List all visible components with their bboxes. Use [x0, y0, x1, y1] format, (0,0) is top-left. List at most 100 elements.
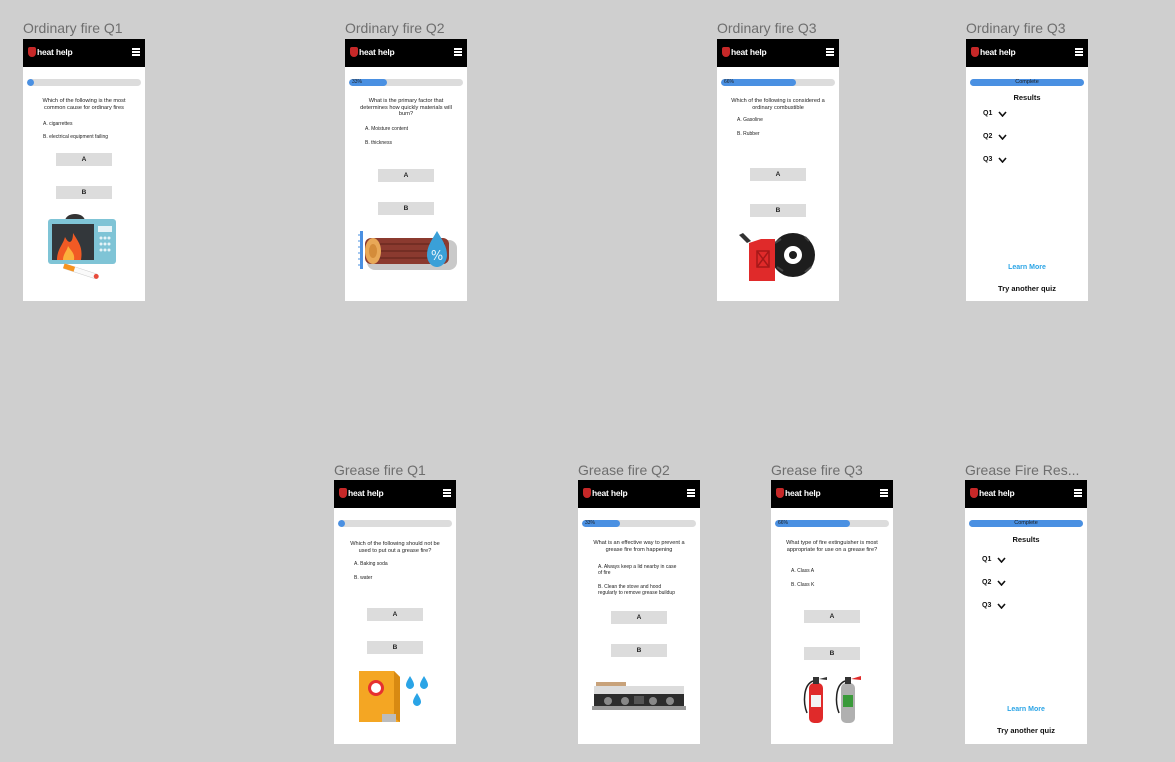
- app-header: heat help: [771, 480, 893, 508]
- frame-title: Ordinary fire Q1: [23, 20, 123, 36]
- hamburger-menu-icon[interactable]: [880, 489, 888, 497]
- option-b-text: B. thickness: [365, 140, 392, 146]
- answer-b-button[interactable]: B: [611, 644, 667, 657]
- result-row-q3[interactable]: Q3: [982, 602, 1006, 609]
- logo-shield-icon: [971, 47, 979, 57]
- progress-bar: [27, 79, 141, 86]
- brand-name: heat help: [979, 488, 1015, 498]
- hamburger-menu-icon[interactable]: [443, 489, 451, 497]
- progress-label: 33%: [352, 79, 363, 85]
- progress-complete-label: Complete: [970, 79, 1084, 86]
- logo-shield-icon: [970, 488, 978, 498]
- gas-can-and-tire-illustration: [739, 233, 815, 281]
- answer-a-button[interactable]: A: [611, 611, 667, 624]
- hamburger-menu-icon[interactable]: [454, 48, 462, 56]
- progress-bar: [338, 520, 452, 527]
- answer-b-button[interactable]: B: [378, 202, 434, 215]
- answer-b-button[interactable]: B: [367, 641, 423, 654]
- option-a-text: A. Class A: [791, 568, 815, 574]
- chevron-down-icon: [998, 133, 1007, 140]
- chevron-down-icon: [997, 602, 1006, 609]
- answer-a-button[interactable]: A: [378, 169, 434, 182]
- answer-b-button[interactable]: B: [804, 647, 860, 660]
- burning-microwave-illustration: [48, 214, 116, 279]
- progress-complete-label: Complete: [969, 520, 1083, 527]
- logo-shield-icon: [28, 47, 36, 57]
- app-header: heat help: [345, 39, 467, 67]
- stovetop-illustration: [592, 682, 686, 710]
- learn-more-link[interactable]: Learn More: [965, 706, 1087, 713]
- app-header: heat help: [965, 480, 1087, 508]
- results-title: Results: [1012, 535, 1040, 544]
- question-text: Which of the following is the most commo…: [42, 98, 126, 111]
- result-row-q2[interactable]: Q2: [983, 133, 1007, 140]
- brand-name: heat help: [785, 488, 821, 498]
- answer-a-button[interactable]: A: [750, 168, 806, 181]
- try-another-quiz-link[interactable]: Try another quiz: [965, 726, 1087, 735]
- app-header: heat help: [334, 480, 456, 508]
- answer-a-button[interactable]: A: [367, 608, 423, 621]
- brand-name: heat help: [359, 47, 395, 57]
- result-row-q2[interactable]: Q2: [982, 579, 1006, 586]
- answer-b-button[interactable]: B: [750, 204, 806, 217]
- frame-title: Grease fire Q3: [771, 462, 863, 478]
- hamburger-menu-icon[interactable]: [1074, 489, 1082, 497]
- progress-bar: 66%: [775, 520, 889, 527]
- hamburger-menu-icon[interactable]: [1075, 48, 1083, 56]
- progress-label: 66%: [724, 79, 735, 85]
- brand-name: heat help: [348, 488, 384, 498]
- answer-a-button[interactable]: A: [56, 153, 112, 166]
- option-a-text: A. Baking soda: [354, 561, 388, 567]
- question-text: What is the primary factor that determin…: [360, 98, 452, 118]
- question-text: What is an effective way to prevent a gr…: [593, 540, 685, 553]
- brand-name: heat help: [731, 47, 767, 57]
- hamburger-menu-icon[interactable]: [132, 48, 140, 56]
- learn-more-link[interactable]: Learn More: [966, 264, 1088, 271]
- chevron-down-icon: [997, 556, 1006, 563]
- result-q3-label: Q3: [983, 156, 993, 163]
- phone-frame-grease-q3: heat help 66% What type of fire extingui…: [771, 480, 893, 744]
- answer-a-button[interactable]: A: [804, 610, 860, 623]
- logo-shield-icon: [583, 488, 591, 498]
- hamburger-menu-icon[interactable]: [687, 489, 695, 497]
- option-a-text: A. Gasoline: [737, 117, 763, 123]
- progress-indicator: [338, 520, 345, 527]
- option-b-text: B. Class K: [791, 582, 815, 588]
- progress-bar: 33%: [582, 520, 696, 527]
- answer-b-button[interactable]: B: [56, 186, 112, 199]
- result-row-q1[interactable]: Q1: [982, 556, 1006, 563]
- svg-text:%: %: [431, 249, 443, 264]
- frame-title: Grease fire Q1: [334, 462, 426, 478]
- logo-shield-icon: [350, 47, 358, 57]
- result-row-q1[interactable]: Q1: [983, 110, 1007, 117]
- brand-name: heat help: [37, 47, 73, 57]
- question-text: Which of the following should not be use…: [350, 541, 440, 554]
- chevron-down-icon: [998, 110, 1007, 117]
- hamburger-menu-icon[interactable]: [826, 48, 834, 56]
- result-row-q3[interactable]: Q3: [983, 156, 1007, 163]
- app-header: heat help: [966, 39, 1088, 67]
- question-text: What type of fire extinguisher is most a…: [786, 540, 878, 553]
- progress-label: 66%: [778, 520, 789, 526]
- phone-frame-grease-q2: heat help 33% What is an effective way t…: [578, 480, 700, 744]
- option-b-text: B. Rubber: [737, 131, 760, 137]
- phone-frame-ordinary-results: heat help Complete Results Q1 Q2 Q3 Lear…: [966, 39, 1088, 301]
- try-another-quiz-link[interactable]: Try another quiz: [966, 284, 1088, 293]
- progress-bar: 33%: [349, 79, 463, 86]
- log-and-water-drop-illustration: %: [358, 231, 457, 270]
- option-b-text: B. Clean the stove and hood regularly to…: [598, 584, 675, 596]
- frame-title: Ordinary fire Q3: [717, 20, 817, 36]
- option-a-text: A. cigarrettes: [43, 121, 73, 127]
- frame-title: Ordinary fire Q2: [345, 20, 445, 36]
- results-title: Results: [1013, 93, 1041, 102]
- brand-name: heat help: [980, 47, 1016, 57]
- progress-bar: Complete: [970, 79, 1084, 86]
- progress-indicator: [27, 79, 34, 86]
- app-header: heat help: [717, 39, 839, 67]
- frame-title: Grease Fire Res...: [965, 462, 1080, 478]
- app-header: heat help: [578, 480, 700, 508]
- phone-frame-ordinary-q3: heat help 66% Which of the following is …: [717, 39, 839, 301]
- progress-bar: Complete: [969, 520, 1083, 527]
- option-b-text: B. water: [354, 575, 373, 581]
- baking-soda-and-water-illustration: [359, 671, 428, 722]
